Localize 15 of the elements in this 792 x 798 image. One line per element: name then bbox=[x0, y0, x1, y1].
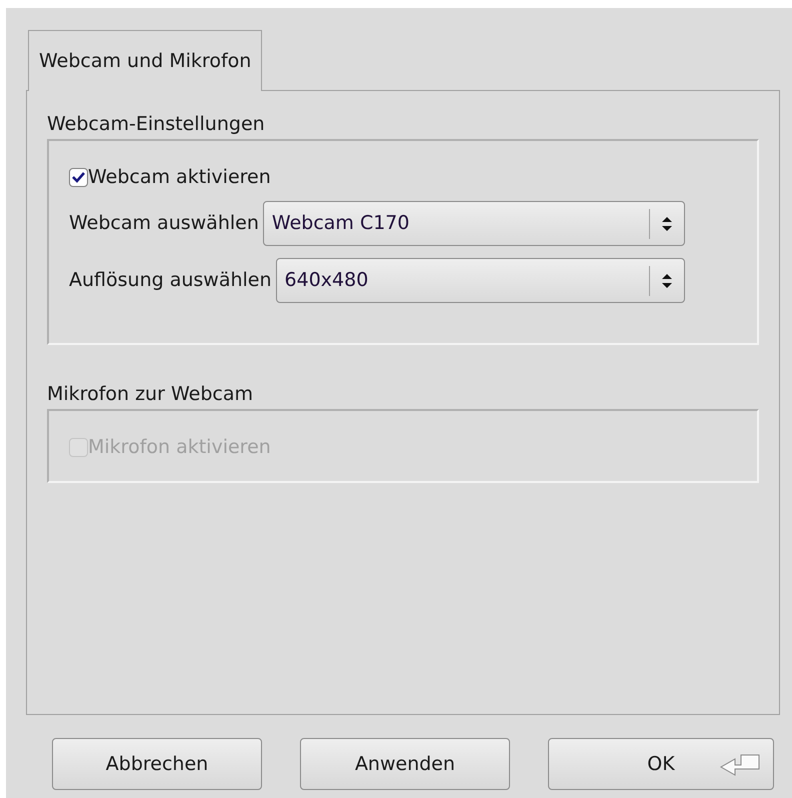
dialog-button[interactable]: Anwenden bbox=[300, 738, 510, 790]
checkmark-icon bbox=[72, 172, 85, 182]
spinner-arrows-icon bbox=[661, 216, 673, 232]
field-label: Auflösung auswählen bbox=[69, 268, 272, 294]
tab[interactable]: Webcam und Mikrofon bbox=[28, 30, 262, 91]
dialog-button[interactable]: OK bbox=[548, 738, 774, 790]
dropdown[interactable]: Webcam C170 bbox=[262, 201, 685, 246]
group-title: Mikrofon zur Webcam bbox=[47, 382, 253, 407]
field-label: Webcam auswählen bbox=[69, 211, 259, 236]
checkbox[interactable]: Webcam aktivieren bbox=[69, 165, 271, 189]
dialog-button[interactable]: Abbrechen bbox=[52, 738, 262, 790]
dropdown[interactable]: 640x480 bbox=[276, 258, 685, 303]
spinner-arrows-icon bbox=[661, 272, 673, 288]
enter-key-icon bbox=[719, 753, 761, 777]
group-title: Webcam-Einstellungen bbox=[47, 112, 265, 137]
